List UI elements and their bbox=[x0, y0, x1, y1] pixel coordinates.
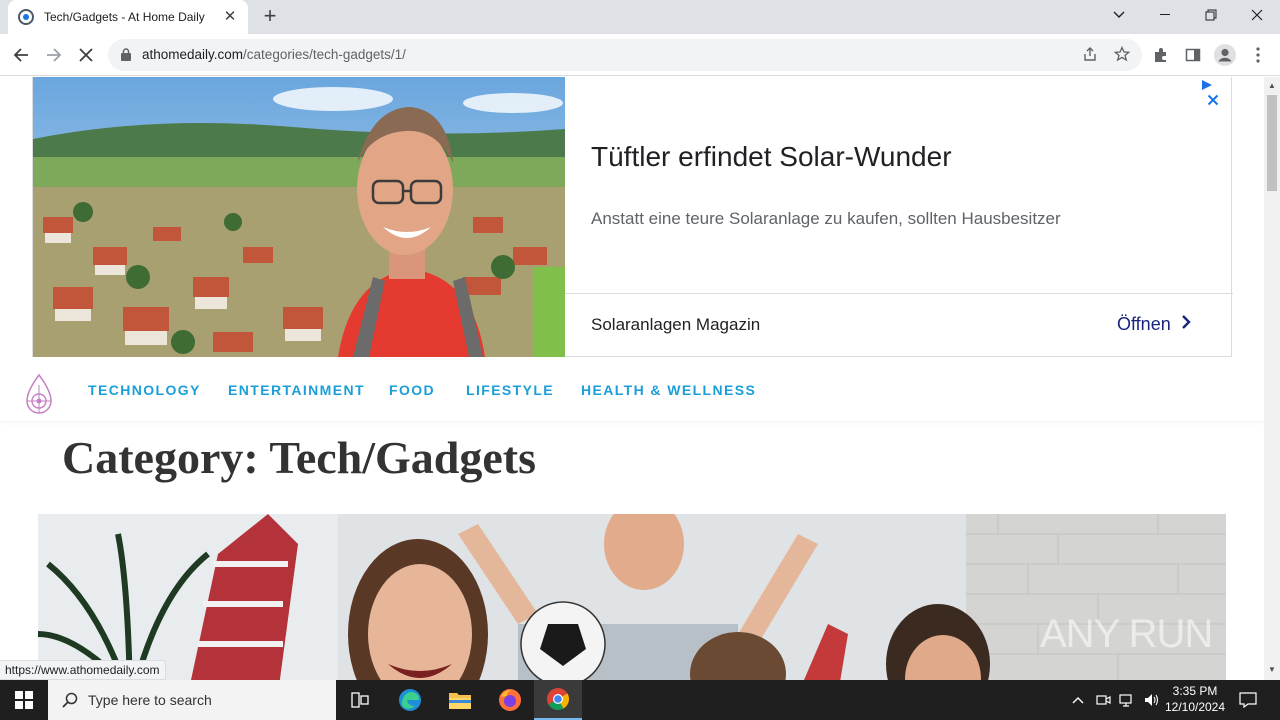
tab-close-icon[interactable]: ✕ bbox=[222, 9, 238, 25]
page-viewport: Tüftler erfindet Solar-Wunder Anstatt ei… bbox=[0, 77, 1264, 680]
show-hidden-icons-chevron-icon[interactable] bbox=[1068, 680, 1088, 720]
scrollbar-thumb[interactable] bbox=[1267, 95, 1277, 191]
site-navigation: TECHNOLOGY ENTERTAINMENT FOOD LIFESTYLE … bbox=[0, 357, 1264, 421]
vertical-scrollbar[interactable]: ▲ ▼ bbox=[1264, 77, 1280, 680]
search-icon bbox=[62, 692, 78, 708]
minimize-button[interactable] bbox=[1142, 0, 1188, 30]
windows-logo-icon bbox=[15, 691, 33, 709]
ad-body-text[interactable]: Anstatt eine teure Solaranlage zu kaufen… bbox=[591, 209, 1061, 229]
close-window-button[interactable] bbox=[1234, 0, 1280, 30]
site-logo-icon[interactable] bbox=[22, 373, 56, 415]
tab-search-icon[interactable] bbox=[1096, 0, 1142, 30]
edge-browser-icon[interactable] bbox=[386, 680, 434, 720]
side-panel-icon[interactable] bbox=[1180, 42, 1206, 68]
task-view-icon[interactable] bbox=[336, 680, 384, 720]
meet-now-icon[interactable] bbox=[1092, 680, 1114, 720]
forward-arrow-icon[interactable] bbox=[41, 42, 67, 68]
address-bar[interactable]: athomedaily.com/categories/tech-gadgets/… bbox=[108, 39, 1142, 71]
search-placeholder: Type here to search bbox=[88, 692, 212, 708]
chevron-right-icon bbox=[1181, 313, 1191, 336]
restore-button[interactable] bbox=[1188, 0, 1234, 30]
watermark-text: ANY RUN bbox=[1040, 612, 1213, 656]
file-explorer-icon[interactable] bbox=[436, 680, 484, 720]
url-path: /categories/tech-gadgets/1/ bbox=[243, 47, 406, 62]
chrome-menu-icon[interactable] bbox=[1245, 42, 1271, 68]
ad-choices-icons[interactable] bbox=[1201, 79, 1231, 109]
scroll-down-arrow-icon[interactable]: ▼ bbox=[1268, 665, 1276, 674]
lock-icon bbox=[121, 48, 131, 61]
tab-title: Tech/Gadgets - At Home Daily bbox=[44, 10, 205, 24]
ad-headline[interactable]: Tüftler erfindet Solar-Wunder bbox=[591, 141, 952, 173]
clock-date: 12/10/2024 bbox=[1164, 700, 1226, 714]
stop-loading-icon[interactable] bbox=[73, 42, 99, 68]
new-tab-button[interactable]: + bbox=[258, 5, 282, 29]
share-icon[interactable] bbox=[1082, 46, 1098, 67]
status-url-bubble: https://www.athomedaily.com bbox=[0, 660, 166, 680]
ad-open-label: Öffnen bbox=[1117, 314, 1171, 334]
ad-image[interactable] bbox=[33, 77, 565, 357]
page-title: Category: Tech/Gadgets bbox=[62, 432, 537, 483]
volume-icon[interactable] bbox=[1140, 680, 1162, 720]
nav-item-entertainment[interactable]: ENTERTAINMENT bbox=[228, 382, 365, 398]
tab-strip: Tech/Gadgets - At Home Daily ✕ + bbox=[0, 0, 1280, 34]
scroll-up-arrow-icon[interactable]: ▲ bbox=[1268, 81, 1276, 90]
nav-item-food[interactable]: FOOD bbox=[389, 382, 435, 398]
firefox-icon[interactable] bbox=[486, 680, 534, 720]
nav-item-technology[interactable]: TECHNOLOGY bbox=[88, 382, 201, 398]
taskbar-search-box[interactable]: Type here to search bbox=[48, 680, 336, 720]
back-arrow-icon[interactable] bbox=[8, 42, 34, 68]
url-domain: athomedaily.com bbox=[142, 47, 244, 62]
browser-tab[interactable]: Tech/Gadgets - At Home Daily ✕ bbox=[8, 0, 248, 34]
site-favicon-icon bbox=[18, 9, 34, 25]
url-text: athomedaily.com/categories/tech-gadgets/… bbox=[142, 47, 406, 62]
extensions-puzzle-icon[interactable] bbox=[1148, 42, 1174, 68]
chrome-taskbar-icon[interactable] bbox=[534, 680, 582, 720]
taskbar-clock[interactable]: 3:35 PM 12/10/2024 bbox=[1160, 683, 1230, 715]
nav-item-lifestyle[interactable]: LIFESTYLE bbox=[466, 382, 554, 398]
profile-avatar-icon[interactable] bbox=[1212, 42, 1238, 68]
ad-divider bbox=[565, 293, 1233, 294]
ad-open-button[interactable]: Öffnen bbox=[1117, 313, 1191, 336]
bookmark-star-icon[interactable] bbox=[1113, 45, 1131, 67]
ad-advertiser-name[interactable]: Solaranlagen Magazin bbox=[591, 315, 760, 335]
network-icon[interactable] bbox=[1116, 680, 1138, 720]
browser-toolbar: athomedaily.com/categories/tech-gadgets/… bbox=[0, 34, 1280, 76]
advertisement[interactable]: Tüftler erfindet Solar-Wunder Anstatt ei… bbox=[32, 77, 1233, 357]
notifications-icon[interactable] bbox=[1234, 680, 1262, 720]
nav-item-health-wellness[interactable]: HEALTH & WELLNESS bbox=[581, 382, 756, 398]
start-button[interactable] bbox=[0, 680, 48, 720]
windows-taskbar: Type here to search 3:35 PM 12/10/2024 bbox=[0, 680, 1280, 720]
clock-time: 3:35 PM bbox=[1172, 684, 1218, 698]
